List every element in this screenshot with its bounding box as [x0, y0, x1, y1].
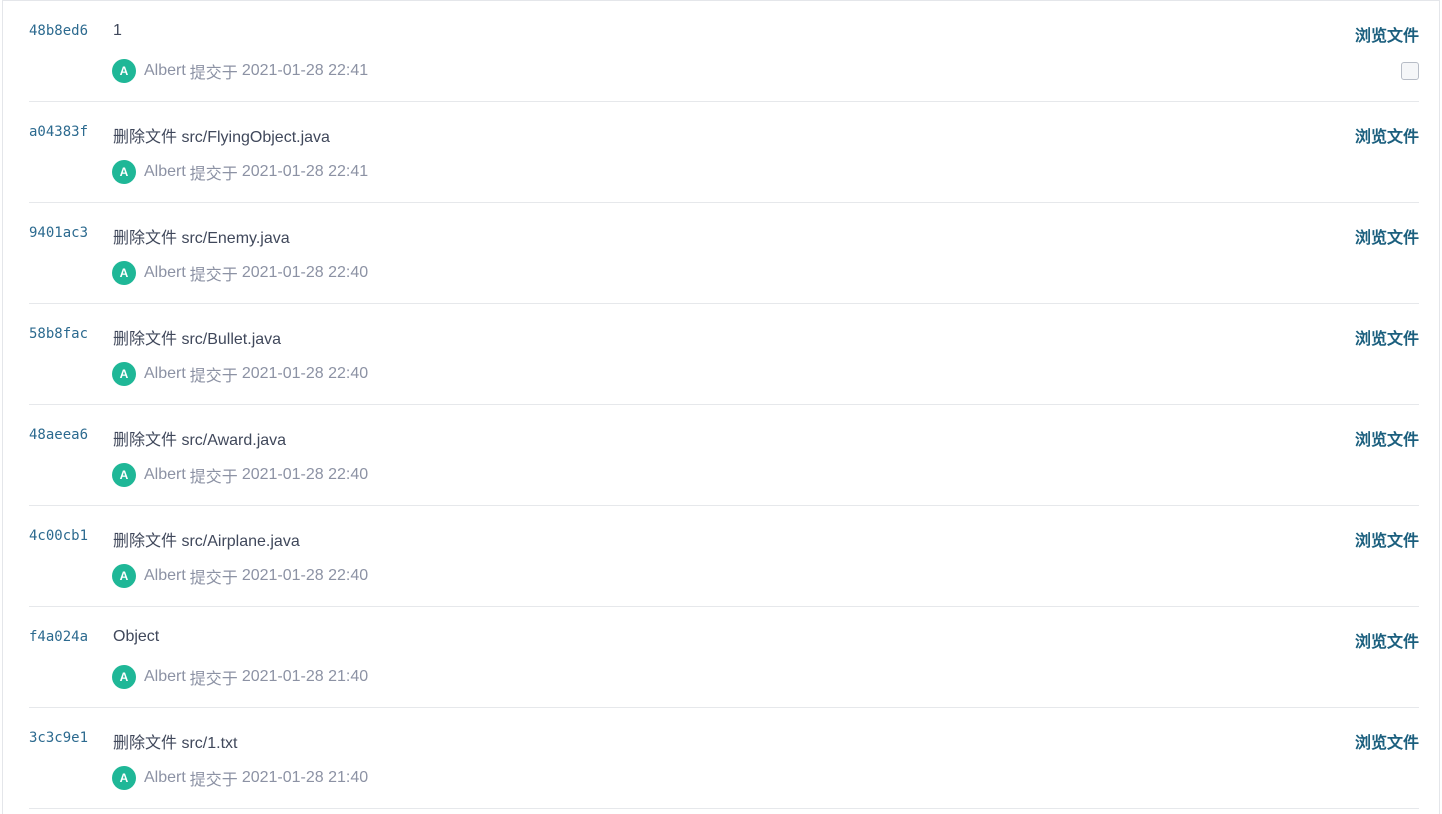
avatar[interactable]: A — [112, 463, 136, 487]
commit-author[interactable]: Albert — [144, 62, 186, 80]
committed-label: 提交于 — [189, 671, 238, 688]
browse-files-button[interactable]: 浏览文件 — [1355, 527, 1419, 551]
committed-label: 提交于 — [189, 166, 238, 183]
commit-message[interactable]: 1 — [113, 22, 122, 40]
commit-row: 9401ac3 删除文件 src/Enemy.java A Albert 提交于… — [29, 203, 1419, 304]
commit-row: 48aeea6 删除文件 src/Award.java A Albert 提交于… — [29, 405, 1419, 506]
commit-date: 2021-01-28 22:40 — [241, 264, 369, 281]
commit-message[interactable]: 删除文件 src/1.txt — [113, 729, 237, 753]
browse-files-button[interactable]: 浏览文件 — [1355, 729, 1419, 753]
commit-message[interactable]: 删除文件 src/Award.java — [113, 426, 286, 450]
commit-row: 48b8ed6 1 A Albert 提交于 2021-01-28 22:41 … — [29, 1, 1419, 102]
avatar[interactable]: A — [112, 362, 136, 386]
commit-date: 2021-01-28 22:40 — [241, 365, 369, 382]
commit-author[interactable]: Albert — [144, 365, 186, 383]
browse-files-button[interactable]: 浏览文件 — [1355, 22, 1419, 46]
commit-meta: A Albert 提交于 2021-01-28 21:40 — [112, 766, 368, 790]
commit-sha-link[interactable]: f4a024a — [29, 629, 88, 645]
avatar[interactable]: A — [112, 160, 136, 184]
commit-meta: A Albert 提交于 2021-01-28 21:40 — [112, 665, 368, 689]
commit-sha-link[interactable]: 48aeea6 — [29, 427, 88, 443]
commit-date: 2021-01-28 22:41 — [241, 163, 369, 180]
commit-row: 4c00cb1 删除文件 src/Airplane.java A Albert … — [29, 506, 1419, 607]
commit-sha-link[interactable]: 9401ac3 — [29, 225, 88, 241]
commit-meta: A Albert 提交于 2021-01-28 22:41 — [112, 59, 368, 83]
avatar[interactable]: A — [112, 564, 136, 588]
commit-author[interactable]: Albert — [144, 567, 186, 585]
commit-author[interactable]: Albert — [144, 466, 186, 484]
commit-row: 3c3c9e1 删除文件 src/1.txt A Albert 提交于 2021… — [29, 708, 1419, 809]
committed-label: 提交于 — [189, 267, 238, 284]
commit-message[interactable]: 删除文件 src/FlyingObject.java — [113, 123, 330, 147]
commit-panel: 48b8ed6 1 A Albert 提交于 2021-01-28 22:41 … — [2, 0, 1440, 814]
committed-label: 提交于 — [189, 65, 238, 82]
commit-message[interactable]: 删除文件 src/Enemy.java — [113, 224, 290, 248]
browse-files-button[interactable]: 浏览文件 — [1355, 224, 1419, 248]
compare-checkbox[interactable] — [1401, 62, 1419, 80]
committed-label: 提交于 — [189, 469, 238, 486]
browse-files-button[interactable]: 浏览文件 — [1355, 325, 1419, 349]
committed-label: 提交于 — [189, 368, 238, 385]
commit-date: 2021-01-28 21:40 — [241, 769, 369, 786]
commit-author[interactable]: Albert — [144, 264, 186, 282]
commit-meta: A Albert 提交于 2021-01-28 22:40 — [112, 261, 368, 285]
commit-sha-link[interactable]: 4c00cb1 — [29, 528, 88, 544]
commit-date: 2021-01-28 22:41 — [241, 62, 369, 79]
browse-files-button[interactable]: 浏览文件 — [1355, 426, 1419, 450]
commit-meta: A Albert 提交于 2021-01-28 22:40 — [112, 362, 368, 386]
commit-date: 2021-01-28 22:40 — [241, 567, 369, 584]
commit-row: f4a024a Object A Albert 提交于 2021-01-28 2… — [29, 607, 1419, 708]
committed-label: 提交于 — [189, 570, 238, 587]
commit-message[interactable]: 删除文件 src/Airplane.java — [113, 527, 300, 551]
commit-list: 48b8ed6 1 A Albert 提交于 2021-01-28 22:41 … — [29, 1, 1419, 809]
commit-message[interactable]: 删除文件 src/Bullet.java — [113, 325, 281, 349]
browse-files-button[interactable]: 浏览文件 — [1355, 123, 1419, 147]
committed-label: 提交于 — [189, 772, 238, 789]
commit-message[interactable]: Object — [113, 628, 159, 646]
commit-sha-link[interactable]: a04383f — [29, 124, 88, 140]
browse-files-button[interactable]: 浏览文件 — [1355, 628, 1419, 652]
commit-sha-link[interactable]: 58b8fac — [29, 326, 88, 342]
commit-author[interactable]: Albert — [144, 163, 186, 181]
commit-meta: A Albert 提交于 2021-01-28 22:41 — [112, 160, 368, 184]
commit-sha-link[interactable]: 3c3c9e1 — [29, 730, 88, 746]
avatar[interactable]: A — [112, 59, 136, 83]
commit-author[interactable]: Albert — [144, 769, 186, 787]
commit-meta: A Albert 提交于 2021-01-28 22:40 — [112, 463, 368, 487]
avatar[interactable]: A — [112, 766, 136, 790]
commit-sha-link[interactable]: 48b8ed6 — [29, 23, 88, 39]
avatar[interactable]: A — [112, 261, 136, 285]
commit-meta: A Albert 提交于 2021-01-28 22:40 — [112, 564, 368, 588]
commit-date: 2021-01-28 21:40 — [241, 668, 369, 685]
commit-row: 58b8fac 删除文件 src/Bullet.java A Albert 提交… — [29, 304, 1419, 405]
commit-date: 2021-01-28 22:40 — [241, 466, 369, 483]
commit-author[interactable]: Albert — [144, 668, 186, 686]
commit-row: a04383f 删除文件 src/FlyingObject.java A Alb… — [29, 102, 1419, 203]
avatar[interactable]: A — [112, 665, 136, 689]
